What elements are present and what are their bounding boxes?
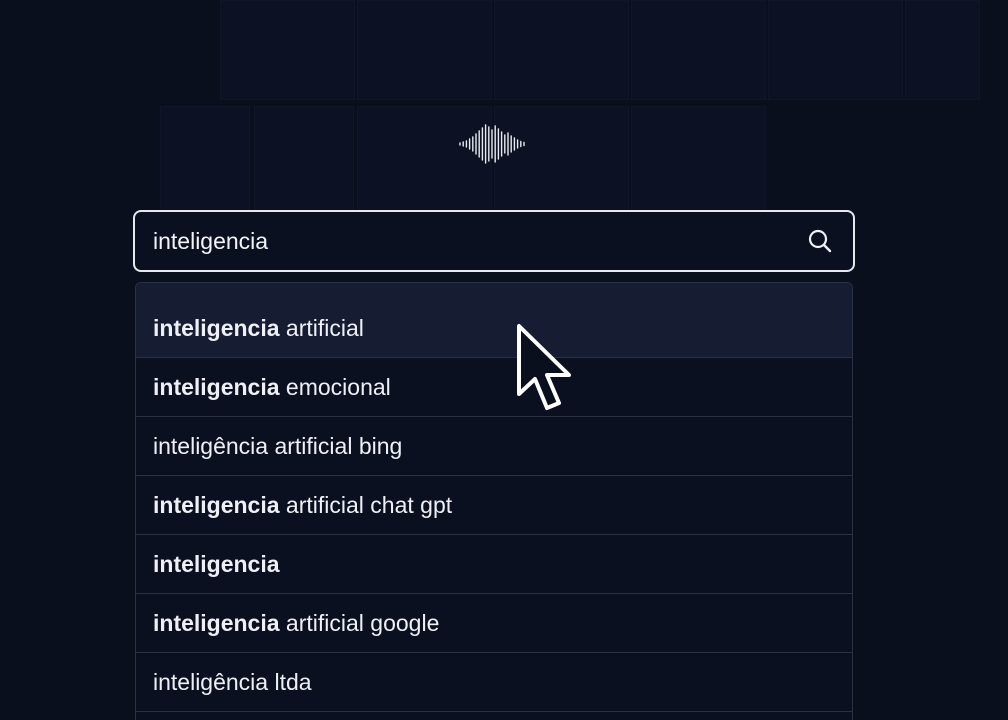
suggestion-completion: emocional (279, 373, 391, 400)
suggestion-completion: artificial (279, 314, 364, 341)
suggestion-match: inteligencia (153, 609, 280, 636)
suggestion-match: inteligencia (153, 373, 280, 400)
suggestion-match: inteligencia (153, 550, 280, 577)
suggestion-item[interactable]: inteligencia (136, 535, 852, 594)
search-icon[interactable] (807, 228, 833, 254)
suggestion-completion: artificial google (279, 609, 440, 636)
search-bar (133, 210, 855, 272)
suggestion-completion: inteligência ltda (153, 668, 312, 695)
suggestion-item[interactable]: inteligencia artificial google (136, 594, 852, 653)
suggestion-item[interactable]: inteligencia artificial chat gpt (136, 476, 852, 535)
suggestion-item[interactable]: inteligencia artificial (136, 283, 852, 358)
search-input[interactable] (135, 212, 807, 270)
suggestion-completion: artificial chat gpt (279, 491, 453, 518)
suggestion-completion: inteligência artificial bing (153, 432, 403, 459)
suggestion-item[interactable]: inteligência ltda (136, 653, 852, 712)
mouse-pointer-icon (515, 322, 577, 418)
suggestion-item[interactable]: inteligência artificial bing (136, 417, 852, 476)
soundwave-logo-icon (458, 122, 528, 166)
suggestion-match: inteligencia (153, 314, 280, 341)
suggestions-dropdown: inteligencia artificial inteligencia emo… (135, 282, 853, 720)
suggestion-item[interactable]: inteligencia emocional (136, 358, 852, 417)
suggestion-match: inteligencia (153, 491, 280, 518)
